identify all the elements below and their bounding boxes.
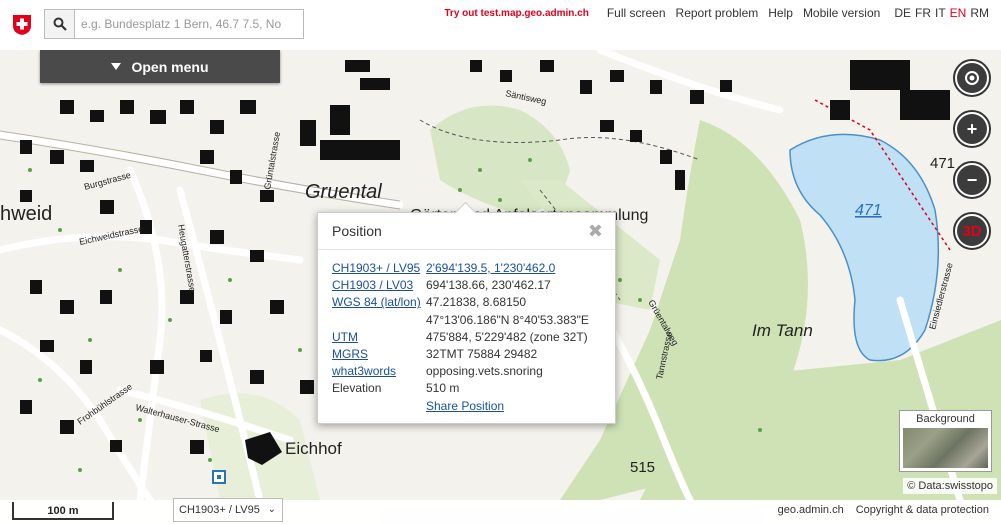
row-elevation: Elevation 510 m <box>332 380 615 397</box>
wgs84-value: 47.21838, 8.68150 <box>426 295 527 310</box>
wgs84-link[interactable]: WGS 84 (lat/lon) <box>332 294 426 311</box>
scale-bar: 100 m <box>12 502 114 520</box>
zoom-in-button[interactable]: + <box>953 110 991 148</box>
wgs84-dms-value: 47°13'06.186"N 8°40'53.383"E <box>426 312 589 327</box>
what3words-link[interactable]: what3words <box>332 363 426 380</box>
what3words-value: opposing.vets.snoring <box>426 364 543 379</box>
utm-link[interactable]: UTM <box>332 329 426 346</box>
lang-de[interactable]: DE <box>894 6 911 20</box>
report-problem-link[interactable]: Report problem <box>676 6 759 20</box>
position-popup: Position ✖ CH1903+ / LV95 2'694'139.5, 1… <box>317 201 616 424</box>
lv95-link[interactable]: CH1903+ / LV95 <box>332 260 426 277</box>
position-table: CH1903+ / LV95 2'694'139.5, 1'230'462.0 … <box>318 250 615 415</box>
label-gruental: Gruental <box>305 181 382 203</box>
footer-links: geo.admin.ch Copyright & data protection <box>778 504 989 516</box>
row-wgs84-dms: 47°13'06.186"N 8°40'53.383"E <box>332 312 615 329</box>
label-im-tann: Im Tann <box>752 321 813 340</box>
view-3d-button[interactable]: 3D <box>953 212 991 250</box>
lang-fr[interactable]: FR <box>915 6 931 20</box>
mobile-version-link[interactable]: Mobile version <box>803 6 880 20</box>
row-lv03: CH1903 / LV03 694'138.66, 230'462.17 <box>332 277 615 294</box>
lang-en[interactable]: EN <box>950 6 967 20</box>
locate-button[interactable] <box>953 59 991 97</box>
wgs84-dms-key <box>332 312 426 329</box>
top-links: Try out test.map.geo.admin.ch Full scree… <box>444 6 989 20</box>
lv03-value: 694'138.66, 230'462.17 <box>426 278 551 293</box>
data-credit[interactable]: © Data:swisstopo <box>903 478 997 494</box>
label-height-471: 471 <box>930 155 955 172</box>
header: Try out test.map.geo.admin.ch Full scree… <box>0 0 1001 50</box>
minus-icon: − <box>957 165 987 195</box>
row-share: Share Position <box>332 398 615 415</box>
share-position-link[interactable]: Share Position <box>426 398 504 415</box>
utm-value: 475'884, 5'229'482 (zone 32T) <box>426 329 588 344</box>
geo-admin-link[interactable]: geo.admin.ch <box>778 504 844 516</box>
footer: 100 m CH1903+ / LV95 ⌄ geo.admin.ch Copy… <box>0 498 1001 524</box>
elevation-label: Elevation <box>332 381 382 396</box>
triangle-down-icon <box>111 63 122 70</box>
background-label: Background <box>916 413 975 425</box>
label-eichhof: Eichhof <box>285 439 342 458</box>
search-button[interactable] <box>44 9 74 39</box>
aerial-thumbnail[interactable] <box>903 428 988 468</box>
label-height-515: 515 <box>630 459 655 476</box>
share-key <box>332 398 426 415</box>
row-wgs84: WGS 84 (lat/lon) 47.21838, 8.68150 <box>332 294 615 311</box>
chevron-down-icon: ⌄ <box>267 504 276 515</box>
background-selector[interactable]: Background <box>899 410 992 472</box>
row-mgrs: MGRS 32TMT 75884 29482 <box>332 346 615 363</box>
plus-icon: + <box>957 114 987 144</box>
copyright-link[interactable]: Copyright & data protection <box>856 504 989 516</box>
open-menu-button[interactable]: Open menu <box>40 50 280 83</box>
lang-it[interactable]: IT <box>935 6 946 20</box>
zoom-out-button[interactable]: − <box>953 161 991 199</box>
projection-select[interactable]: CH1903+ / LV95 ⌄ <box>173 498 283 522</box>
language-selector: DE FR IT EN RM <box>894 6 989 20</box>
lv03-link[interactable]: CH1903 / LV03 <box>332 277 426 294</box>
promo-link[interactable]: Try out test.map.geo.admin.ch <box>444 8 588 19</box>
lang-rm[interactable]: RM <box>970 6 989 20</box>
row-what3words: what3words opposing.vets.snoring <box>332 363 615 380</box>
search-icon <box>53 17 67 31</box>
fullscreen-link[interactable]: Full screen <box>607 6 666 20</box>
mgrs-value: 32TMT 75884 29482 <box>426 346 538 361</box>
label-hweid: hweid <box>0 203 52 225</box>
row-lv95: CH1903+ / LV95 2'694'139.5, 1'230'462.0 <box>332 260 615 277</box>
locate-icon <box>957 63 987 93</box>
lv95-value-link[interactable]: 2'694'139.5, 1'230'462.0 <box>426 260 555 277</box>
row-utm: UTM 475'884, 5'229'482 (zone 32T) <box>332 329 615 346</box>
label-lake-height: 471 <box>855 202 882 219</box>
view-3d-icon: 3D <box>957 216 987 246</box>
search-input[interactable] <box>74 9 304 39</box>
elevation-value: 510 m <box>426 381 460 396</box>
close-icon[interactable]: ✖ <box>588 221 603 242</box>
mgrs-link[interactable]: MGRS <box>332 346 426 363</box>
projection-value: CH1903+ / LV95 <box>179 504 260 516</box>
help-link[interactable]: Help <box>768 6 793 20</box>
open-menu-label: Open menu <box>131 58 209 75</box>
swiss-logo-icon[interactable] <box>12 14 32 36</box>
